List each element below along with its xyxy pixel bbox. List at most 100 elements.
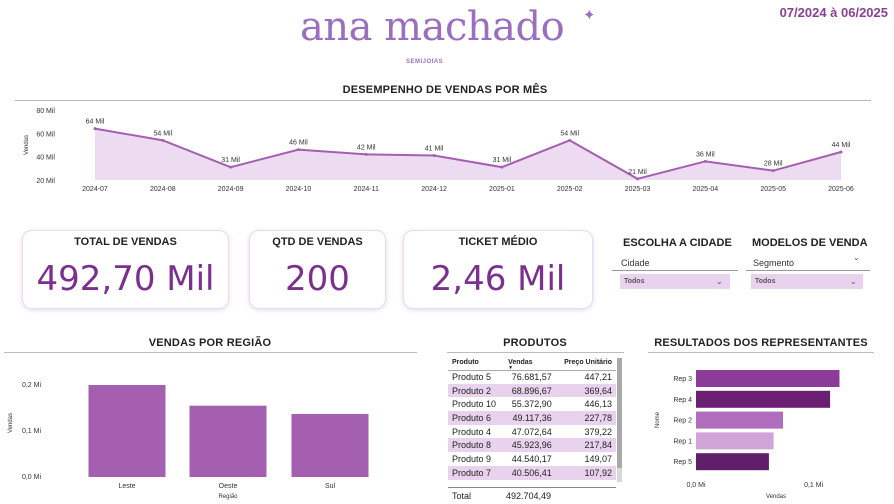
chevron-down-icon[interactable]: ⌄ — [716, 277, 723, 286]
reps-title: RESULTADOS DOS REPRESENTANTES — [654, 337, 868, 349]
segment-slicer-field: Segmento — [753, 258, 795, 268]
rep-bar — [696, 411, 784, 429]
y-tick-label: Rep 1 — [673, 438, 692, 445]
col-header-sales[interactable]: Vendas ▼ — [504, 356, 556, 371]
city-dropdown[interactable]: Todos — [620, 274, 730, 289]
kpi-average-ticket: TICKET MÉDIO 2,46 Mil — [403, 230, 593, 309]
data-point — [568, 138, 572, 142]
rep-bar — [696, 370, 840, 387]
x-axis-label: Vendas — [766, 494, 786, 500]
kpi-label: TOTAL DE VENDAS — [74, 236, 177, 248]
cell-product: Produto 9 — [452, 453, 492, 464]
data-point — [703, 159, 707, 163]
products-total-row: Total 492.704,49 — [448, 487, 616, 504]
table-row[interactable]: Produto 4 47.072,64 379,22 — [448, 425, 616, 439]
cell-sales: 47.072,64 — [511, 426, 552, 437]
col-header-unit-price[interactable]: Preço Unitário — [555, 356, 616, 371]
cell-unit-price: 379,22 — [584, 426, 612, 437]
kpi-value: 492,70 Mil — [36, 259, 215, 299]
city-slicer-title: ESCOLHA A CIDADE — [623, 237, 732, 249]
data-point — [432, 154, 436, 157]
brand-name: ana machado — [300, 4, 565, 50]
cell-sales: 45.923,96 — [504, 438, 556, 453]
city-dropdown-value: Todos — [624, 278, 645, 285]
y-tick-label: 80 Mil — [36, 108, 55, 115]
monthly-sales-title: DESEMPENHO DE VENDAS POR MÊS — [342, 84, 548, 96]
x-tick-label: 2024-10 — [286, 186, 312, 193]
kpi-value: 2,46 Mil — [430, 259, 566, 299]
chevron-down-icon[interactable]: ⌄ — [850, 277, 857, 286]
segment-slicer-line — [746, 270, 870, 271]
table-row[interactable]: Produto 9 44.540,17 149,07 — [448, 452, 616, 466]
table-row[interactable]: Produto 7 40.506,41 107,92 — [448, 465, 616, 480]
cell-sales: 68.896,67 — [504, 383, 556, 398]
kpi-label: QTD DE VENDAS — [272, 236, 363, 248]
table-row[interactable]: Produto 10 55.372,90 446,13 — [448, 397, 616, 411]
x-tick-label: Sul — [325, 483, 336, 490]
region-sales-chart[interactable]: Vendas 0,0 Mi 0,1 Mi 0,2 Mi Leste Oeste Sul Reg… — [0, 353, 430, 504]
table-row[interactable]: Produto 2 68.896,67 369,64 — [448, 383, 616, 398]
products-divider — [447, 352, 624, 353]
y-tick-label: 0,0 Mi — [22, 474, 42, 481]
data-point — [229, 165, 233, 169]
city-slicer-line — [612, 270, 738, 271]
rep-bar — [696, 390, 831, 408]
x-tick-label: 2025-05 — [760, 186, 786, 193]
segment-slicer-title: MODELOS DE VENDA — [752, 237, 868, 249]
region-bar — [88, 385, 166, 477]
kpi-sales-count: QTD DE VENDAS 200 — [249, 230, 386, 309]
kpi-label: TICKET MÉDIO — [458, 236, 538, 248]
x-tick-label: 2024-08 — [150, 186, 176, 193]
chevron-down-icon[interactable]: ⌄ — [853, 253, 860, 262]
segment-dropdown-value: Todos — [755, 278, 776, 285]
x-tick-label: 2025-03 — [625, 186, 651, 193]
data-label: 46 Mil — [289, 140, 308, 147]
city-slicer-field: Cidade — [621, 258, 650, 268]
data-label: 64 Mil — [86, 119, 105, 126]
cell-unit-price: 149,07 — [584, 453, 612, 464]
data-point — [500, 165, 504, 169]
sort-desc-icon: ▼ — [508, 365, 514, 371]
data-label: 21 Mil — [628, 169, 647, 176]
y-tick-label: Rep 5 — [673, 459, 692, 466]
y-tick-label: 0,2 Mi — [22, 382, 42, 389]
cell-product: Produto 5 — [452, 372, 492, 383]
x-tick-label: 2024-07 — [82, 186, 108, 193]
y-axis-label: Vendas — [8, 413, 14, 433]
table-row[interactable]: Produto 6 49.117,36 227,78 — [448, 411, 616, 425]
kpi-total-sales: TOTAL DE VENDAS 492,70 Mil — [22, 230, 229, 309]
data-label: 31 Mil — [493, 157, 512, 164]
y-tick-label: Rep 3 — [673, 376, 692, 383]
table-row[interactable]: Produto 8 45.923,96 217,84 — [448, 438, 616, 453]
products-title: PRODUTOS — [503, 337, 567, 349]
cell-product: Produto 2 — [448, 383, 505, 398]
total-label: Total — [452, 491, 472, 501]
y-tick-label: 40 Mil — [36, 155, 55, 162]
cell-product: Produto 8 — [448, 438, 505, 453]
x-tick-label: 2025-06 — [828, 186, 854, 193]
table-header-row: Produto Vendas ▼ Preço Unitário — [448, 356, 616, 371]
col-header-product[interactable]: Produto — [448, 356, 505, 371]
monthly-sales-chart[interactable]: Vendas 20 Mil 40 Mil 60 Mil 80 Mil 64 Mil 2024… — [0, 100, 894, 200]
data-point — [161, 138, 165, 142]
data-label: 54 Mil — [560, 130, 579, 137]
sales-area — [95, 128, 841, 180]
products-table: Produto Vendas ▼ Preço Unitário Produto 5… — [448, 356, 616, 480]
cell-sales: 49.117,36 — [504, 411, 556, 425]
total-value: 492.704,49 — [506, 491, 552, 501]
data-label: 31 Mil — [221, 157, 240, 164]
y-tick-label: Rep 2 — [673, 418, 692, 425]
cell-sales: 55.372,90 — [511, 399, 552, 410]
x-tick-label: 2025-02 — [557, 186, 583, 193]
cell-product: Produto 7 — [448, 465, 505, 480]
x-tick-label: 2025-01 — [489, 186, 515, 193]
cell-unit-price: 447,21 — [584, 372, 612, 383]
table-row[interactable]: Produto 5 76.681,57 447,21 — [448, 370, 616, 384]
x-tick-label: 2024-12 — [421, 186, 447, 193]
segment-dropdown[interactable]: Todos — [751, 274, 863, 289]
cell-product: Produto 6 — [448, 411, 505, 425]
table-scrollbar-thumb[interactable] — [617, 358, 622, 468]
region-bar — [189, 405, 267, 477]
kpi-value: 200 — [285, 259, 350, 299]
reps-chart[interactable]: Nome Rep 3 Rep 4 Rep 2 Rep 1 Rep 5 0,0 Mi 0,1 M… — [640, 353, 894, 504]
